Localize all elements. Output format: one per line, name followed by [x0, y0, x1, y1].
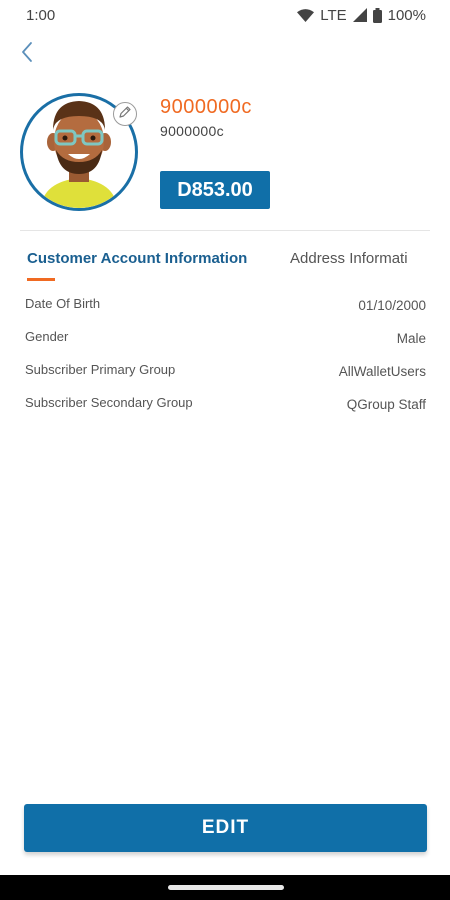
battery-percent: 100%: [387, 6, 426, 24]
pencil-icon: [118, 105, 132, 124]
tab-address-information[interactable]: Address Informati: [290, 250, 408, 267]
info-value: Male: [396, 331, 426, 346]
info-value: AllWalletUsers: [338, 364, 426, 379]
signal-icon: [352, 8, 367, 22]
profile-subtitle: 9000000c: [160, 123, 224, 139]
info-row-primary-group: Subscriber Primary Group AllWalletUsers: [25, 356, 426, 389]
info-tabs: Customer Account Information Address Inf…: [0, 240, 450, 286]
battery-icon: [372, 7, 382, 23]
info-label: Subscriber Primary Group: [25, 362, 176, 377]
edit-button[interactable]: EDIT: [24, 804, 427, 852]
info-label: Gender: [25, 329, 69, 344]
system-nav-bar: [0, 875, 450, 900]
profile-name: 9000000c: [160, 96, 252, 118]
tab-customer-account-information[interactable]: Customer Account Information: [27, 250, 247, 267]
info-row-gender: Gender Male: [25, 323, 426, 356]
balance-badge: D853.00: [160, 171, 270, 209]
divider: [20, 230, 430, 231]
status-bar: 1:00 LTE 100%: [0, 0, 450, 30]
info-label: Date Of Birth: [25, 296, 101, 311]
info-row-date-of-birth: Date Of Birth 01/10/2000: [25, 290, 426, 323]
active-tab-indicator: [27, 278, 55, 281]
status-time: 1:00: [26, 6, 56, 24]
info-value: 01/10/2000: [358, 298, 426, 313]
info-row-secondary-group: Subscriber Secondary Group QGroup Staff: [25, 389, 426, 422]
account-info-list: Date Of Birth 01/10/2000 Gender Male Sub…: [0, 290, 450, 422]
wifi-icon: [297, 8, 315, 22]
info-label: Subscriber Secondary Group: [25, 395, 193, 410]
avatar-container: [20, 93, 138, 211]
home-indicator[interactable]: [168, 885, 284, 890]
back-button[interactable]: [14, 40, 40, 68]
network-label: LTE: [320, 6, 347, 24]
chevron-left-icon: [20, 41, 34, 68]
info-value: QGroup Staff: [346, 397, 426, 412]
edit-avatar-button[interactable]: [113, 102, 137, 126]
status-icons: LTE 100%: [297, 7, 426, 24]
